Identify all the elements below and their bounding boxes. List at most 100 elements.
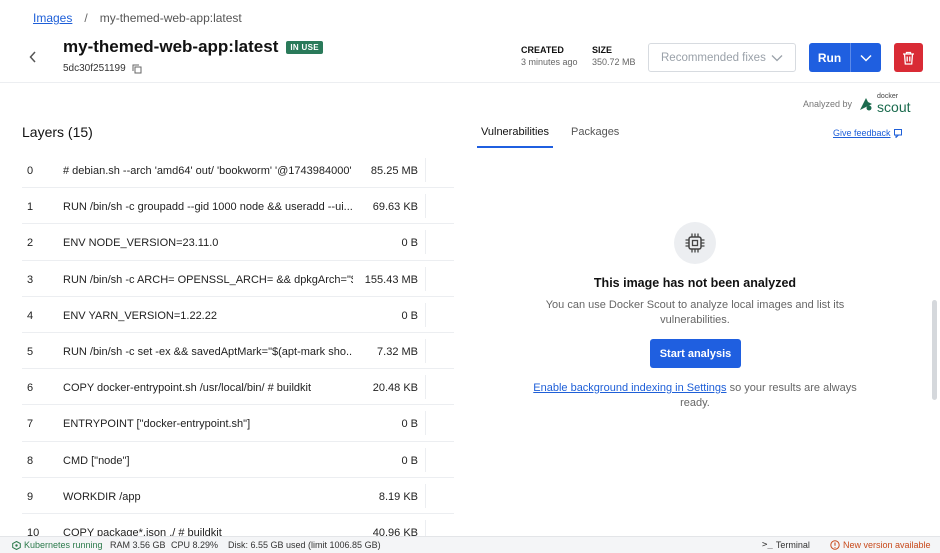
- terminal-icon: >_: [762, 540, 773, 550]
- layer-row[interactable]: 7 ENTRYPOINT ["docker-entrypoint.sh"] 0 B: [22, 405, 454, 442]
- kubernetes-status[interactable]: Kubernetes running: [12, 540, 103, 550]
- layer-command: ENTRYPOINT ["docker-entrypoint.sh"]: [63, 418, 251, 431]
- layer-index: 1: [27, 201, 34, 214]
- disk-usage: Disk: 6.55 GB used (limit 1006.85 GB): [228, 540, 381, 550]
- empty-state-description: You can use Docker Scout to analyze loca…: [545, 299, 845, 327]
- page-title: my-themed-web-app:latest IN USE: [63, 37, 323, 57]
- chevron-left-icon: [29, 51, 36, 63]
- layer-row[interactable]: 8 CMD ["node"] 0 B: [22, 442, 454, 478]
- created-label: CREATED: [521, 45, 564, 55]
- background-indexing-link[interactable]: Enable background indexing in Settings: [533, 382, 726, 394]
- empty-state-title: This image has not been analyzed: [593, 276, 797, 290]
- layer-index: 0: [27, 165, 34, 177]
- layers-title: Layers (15): [22, 124, 93, 140]
- created-meta: CREATED 3 minutes ago: [521, 45, 578, 67]
- layer-command: ENV NODE_VERSION=23.11.0: [63, 237, 219, 250]
- layer-row[interactable]: 0 # debian.sh --arch 'amd64' out/ 'bookwo…: [22, 152, 454, 189]
- created-value: 3 minutes ago: [521, 57, 578, 67]
- layers-list: 0 # debian.sh --arch 'amd64' out/ 'bookwo…: [22, 152, 454, 551]
- layer-row[interactable]: 3 RUN /bin/sh -c ARCH= OPENSSL_ARCH= && d…: [22, 261, 454, 297]
- layer-command: RUN /bin/sh -c ARCH= OPENSSL_ARCH= && dp…: [63, 273, 353, 286]
- scout-brand-big: scout: [877, 99, 911, 115]
- layer-row[interactable]: 1 RUN /bin/sh -c groupadd --gid 1000 node…: [22, 188, 454, 225]
- layer-size: 69.63 KB: [372, 201, 418, 214]
- new-version-notice[interactable]: New version available: [830, 540, 931, 550]
- layer-index: 2: [27, 237, 34, 250]
- layer-index: 8: [27, 454, 34, 467]
- image-name: my-themed-web-app:latest: [63, 37, 279, 56]
- give-feedback-link[interactable]: Give feedback: [833, 128, 903, 138]
- breadcrumb: Images / my-themed-web-app:latest: [33, 11, 242, 25]
- size-value: 350.72 MB: [592, 57, 636, 67]
- layer-divider: [425, 375, 426, 400]
- layer-command: CMD ["node"]: [63, 454, 130, 467]
- info-icon: [830, 540, 840, 550]
- layer-divider: [425, 447, 426, 472]
- chip-icon: [685, 233, 705, 253]
- layer-index: 4: [27, 309, 34, 322]
- layer-row[interactable]: 9 WORKDIR /app 8.19 KB: [22, 478, 454, 514]
- layer-command: COPY docker-entrypoint.sh /usr/local/bin…: [63, 382, 312, 395]
- layer-index: 9: [27, 490, 34, 503]
- layer-index: 5: [27, 345, 34, 358]
- background-indexing-note: Enable background indexing in Settings s…: [530, 381, 860, 412]
- layer-size: 8.19 KB: [378, 490, 418, 503]
- tab-vulnerabilities[interactable]: Vulnerabilities: [477, 126, 553, 148]
- start-analysis-button[interactable]: Start analysis: [650, 339, 741, 368]
- status-bar: Kubernetes running RAM 3.56 GB CPU 8.29%…: [0, 536, 940, 553]
- breadcrumb-images-link[interactable]: Images: [33, 11, 72, 25]
- delete-button[interactable]: [894, 43, 923, 72]
- layer-row[interactable]: 2 ENV NODE_VERSION=23.11.0 0 B: [22, 224, 454, 261]
- layer-size: 0 B: [401, 454, 418, 467]
- back-button[interactable]: [24, 48, 42, 66]
- layer-row[interactable]: 5 RUN /bin/sh -c set -ex && savedAptMark=…: [22, 333, 454, 370]
- layer-command: ENV YARN_VERSION=1.22.22: [63, 309, 217, 322]
- run-button[interactable]: Run: [809, 43, 851, 72]
- terminal-label: Terminal: [775, 540, 810, 550]
- layer-command: # debian.sh --arch 'amd64' out/ 'bookwor…: [63, 165, 352, 177]
- layer-divider: [425, 302, 426, 327]
- layer-size: 0 B: [401, 418, 418, 431]
- recommended-fixes-label: Recommended fixes: [661, 51, 766, 64]
- layer-row[interactable]: 6 COPY docker-entrypoint.sh /usr/local/bi…: [22, 369, 454, 406]
- chip-icon-container: [674, 222, 716, 264]
- size-label: SIZE: [592, 45, 613, 55]
- run-options-button[interactable]: [851, 43, 881, 72]
- layer-index: 7: [27, 418, 34, 431]
- give-feedback-label: Give feedback: [833, 128, 891, 138]
- recommended-fixes-dropdown[interactable]: Recommended fixes: [648, 43, 796, 72]
- layer-size: 85.25 MB: [370, 165, 418, 177]
- layer-divider: [425, 338, 426, 363]
- layer-index: 6: [27, 382, 34, 395]
- layer-row[interactable]: 4 ENV YARN_VERSION=1.22.22 0 B: [22, 297, 454, 333]
- image-id: 5dc30f251199: [63, 63, 142, 74]
- layer-command: RUN /bin/sh -c groupadd --gid 1000 node …: [63, 201, 353, 214]
- breadcrumb-current: my-themed-web-app:latest: [99, 11, 242, 25]
- tab-packages[interactable]: Packages: [571, 126, 619, 146]
- scrollbar-thumb[interactable]: [932, 300, 937, 400]
- layer-size: 155.43 MB: [364, 273, 418, 286]
- layer-divider: [425, 411, 426, 436]
- layer-divider: [425, 266, 426, 291]
- image-id-value: 5dc30f251199: [63, 63, 126, 74]
- kubernetes-icon: [12, 540, 21, 550]
- ram-usage: RAM 3.56 GB: [110, 540, 166, 550]
- layer-divider: [425, 483, 426, 508]
- analyzed-by-label: Analyzed by: [803, 98, 853, 109]
- breadcrumb-separator: /: [84, 11, 88, 25]
- chevron-down-icon: [771, 54, 783, 61]
- layer-index: 3: [27, 273, 34, 286]
- layer-command: WORKDIR /app: [63, 490, 141, 503]
- layer-divider: [425, 158, 426, 182]
- run-button-group: Run: [809, 43, 881, 72]
- new-version-label: New version available: [843, 540, 931, 550]
- copy-icon[interactable]: [132, 64, 142, 74]
- chevron-down-icon: [860, 54, 872, 62]
- layer-size: 20.48 KB: [372, 382, 418, 395]
- layer-size: 0 B: [401, 309, 418, 322]
- layer-command: RUN /bin/sh -c set -ex && savedAptMark="…: [63, 345, 353, 358]
- analyzed-by: Analyzed by docker scout: [803, 93, 911, 114]
- terminal-button[interactable]: >_ Terminal: [762, 540, 810, 550]
- cpu-usage: CPU 8.29%: [171, 540, 219, 550]
- layer-divider: [425, 230, 426, 255]
